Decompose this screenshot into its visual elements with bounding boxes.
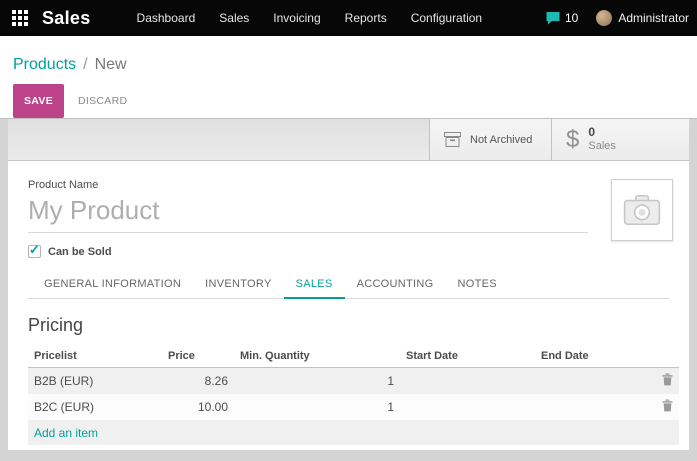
trash-icon <box>662 399 673 412</box>
user-name: Administrator <box>618 11 689 25</box>
form-action-bar: SAVE DISCARD <box>0 76 697 118</box>
table-row: B2C (EUR) 10.00 1 <box>28 394 679 420</box>
topbar: Sales Dashboard Sales Invoicing Reports … <box>0 0 697 36</box>
dollar-icon: $ <box>566 128 579 152</box>
cell-pricelist[interactable]: B2B (EUR) <box>28 368 162 395</box>
tab-sales[interactable]: SALES <box>284 272 345 299</box>
add-an-item-link[interactable]: Add an item <box>34 426 98 440</box>
form-view-area: Not Archived $ 0 Sales Product Name <box>0 118 697 461</box>
nav-dashboard[interactable]: Dashboard <box>137 11 196 25</box>
camera-icon <box>623 194 661 226</box>
pricing-section-title: Pricing <box>28 315 669 336</box>
nav-configuration[interactable]: Configuration <box>411 11 482 25</box>
col-header-price: Price <box>162 346 234 368</box>
tab-notes[interactable]: NOTES <box>446 272 509 298</box>
col-header-min-quantity: Min. Quantity <box>234 346 400 368</box>
breadcrumb-products-link[interactable]: Products <box>13 56 76 74</box>
col-header-pricelist: Pricelist <box>28 346 162 368</box>
pricing-table: Pricelist Price Min. Quantity Start Date… <box>28 346 679 445</box>
pricing-header-row: Pricelist Price Min. Quantity Start Date… <box>28 346 679 368</box>
sales-stat-label: Sales <box>588 140 616 154</box>
delete-row-button[interactable] <box>662 373 673 386</box>
nav-invoicing[interactable]: Invoicing <box>273 11 320 25</box>
cell-min-quantity[interactable]: 1 <box>234 394 400 420</box>
product-name-label: Product Name <box>28 179 669 191</box>
nav-sales[interactable]: Sales <box>219 11 249 25</box>
col-header-start-date: Start Date <box>400 346 535 368</box>
tab-inventory[interactable]: INVENTORY <box>193 272 283 298</box>
app-title[interactable]: Sales <box>42 8 91 29</box>
can-be-sold-label: Can be Sold <box>48 246 112 258</box>
discard-button[interactable]: DISCARD <box>68 84 137 118</box>
delete-row-button[interactable] <box>662 399 673 412</box>
nav-reports[interactable]: Reports <box>345 11 387 25</box>
apps-menu-icon[interactable] <box>12 10 28 26</box>
cell-end-date[interactable] <box>535 368 653 395</box>
checkmark-icon: ✓ <box>29 242 40 258</box>
messages-count: 10 <box>565 11 578 25</box>
product-name-field-wrap <box>28 193 588 233</box>
cell-pricelist[interactable]: B2C (EUR) <box>28 394 162 420</box>
cell-start-date[interactable] <box>400 368 535 395</box>
product-name-input[interactable] <box>28 193 588 232</box>
add-item-row: Add an item <box>28 420 679 445</box>
table-row: B2B (EUR) 8.26 1 <box>28 368 679 395</box>
cell-price[interactable]: 10.00 <box>162 394 234 420</box>
notebook-tabs: GENERAL INFORMATION INVENTORY SALES ACCO… <box>28 272 669 299</box>
breadcrumb-separator: / <box>83 56 87 74</box>
cell-price[interactable]: 8.26 <box>162 368 234 395</box>
archive-status-label: Not Archived <box>470 134 532 146</box>
breadcrumb-current: New <box>95 56 127 74</box>
cell-start-date[interactable] <box>400 394 535 420</box>
stat-button-band: Not Archived $ 0 Sales <box>8 119 689 161</box>
archive-box-icon <box>444 132 461 147</box>
product-image-upload[interactable] <box>611 179 673 241</box>
cell-min-quantity[interactable]: 1 <box>234 368 400 395</box>
tab-accounting[interactable]: ACCOUNTING <box>345 272 446 298</box>
sales-stat-value: 0 <box>588 125 616 140</box>
trash-icon <box>662 373 673 386</box>
user-menu[interactable]: Administrator <box>596 10 689 26</box>
save-button[interactable]: SAVE <box>13 84 64 118</box>
cell-end-date[interactable] <box>535 394 653 420</box>
archive-status-button[interactable]: Not Archived <box>429 119 551 160</box>
sales-stat-button[interactable]: $ 0 Sales <box>551 119 689 160</box>
tab-general-information[interactable]: GENERAL INFORMATION <box>32 272 193 298</box>
can-be-sold-field[interactable]: ✓ Can be Sold <box>28 245 669 258</box>
col-header-end-date: End Date <box>535 346 653 368</box>
avatar <box>596 10 612 26</box>
can-be-sold-checkbox[interactable]: ✓ <box>28 245 41 258</box>
col-header-actions <box>653 346 679 368</box>
chat-bubble-icon <box>545 11 561 26</box>
breadcrumb: Products / New <box>0 36 697 76</box>
messages-button[interactable]: 10 <box>545 11 578 26</box>
top-navigation: Dashboard Sales Invoicing Reports Config… <box>137 11 483 25</box>
form-sheet: Product Name ✓ Can be Sold GENERAL INFOR… <box>8 161 689 450</box>
